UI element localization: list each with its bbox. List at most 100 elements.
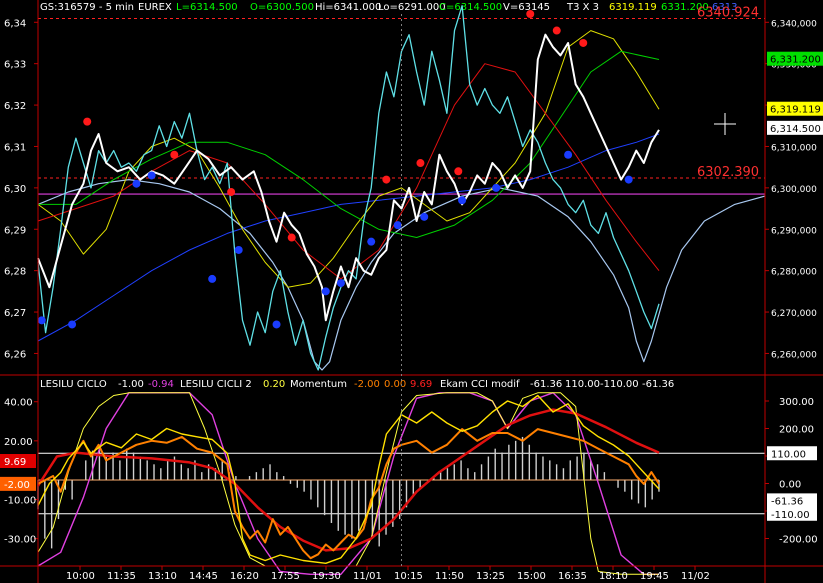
blue-dot — [393, 221, 402, 230]
blue-dot — [147, 171, 156, 180]
x-tick-label: 13:25 — [476, 571, 505, 582]
header-v1: 6319.119 — [609, 2, 657, 13]
ind-val1: -1.00 — [118, 379, 144, 390]
x-tick-label: 11:35 — [107, 571, 136, 582]
header-exchange: EUREX — [138, 2, 172, 13]
y-tick-label-left: 6,34 — [4, 18, 26, 29]
blue-dot — [37, 316, 46, 325]
blue-dot — [272, 320, 281, 329]
blue-dot — [420, 212, 429, 221]
x-tick-label: 19:30 — [312, 571, 341, 582]
y-tick-label-left: 6,30 — [4, 184, 26, 195]
price-badge-label: 6,314.500 — [770, 124, 821, 135]
ind-badge-right-label: 110.00 — [771, 449, 806, 460]
red-dot — [416, 159, 425, 168]
ind-badge-right-label: -110.00 — [771, 510, 810, 521]
x-tick-label: 16:35 — [558, 571, 587, 582]
x-tick-label: 11/01 — [353, 571, 382, 582]
x-tick-label: 16:20 — [230, 571, 259, 582]
x-tick-label: 14:45 — [189, 571, 218, 582]
level-label: 6340.924 — [697, 5, 759, 20]
header-close: C=6314.500 — [439, 2, 502, 13]
x-tick-label: 17:55 — [271, 571, 300, 582]
blue-dot — [367, 237, 376, 246]
ind-name1: LESILU CICLO — [40, 379, 107, 390]
chart-canvas: GS:316579 - 5 min EUREX L=6314.500 O=630… — [0, 0, 823, 583]
background — [0, 0, 823, 583]
ind-tick-label-right: 200.00 — [779, 425, 814, 436]
x-tick-label: 11/02 — [681, 571, 710, 582]
y-tick-label-left: 6,27 — [4, 308, 26, 319]
ind-val4c: -110.00 — [600, 379, 639, 390]
ind-val4b: 110.00 — [565, 379, 600, 390]
blue-dot — [564, 150, 573, 159]
x-tick-label: 11:50 — [435, 571, 464, 582]
blue-dot — [132, 179, 141, 188]
y-tick-label-left: 6,29 — [4, 225, 26, 236]
y-tick-label-right: 6,260,000 — [771, 350, 817, 360]
ind-tick-label-right: 0.00 — [779, 480, 801, 491]
blue-dot — [234, 245, 243, 254]
header-low: Lo=6291.000 — [378, 2, 446, 13]
ind-val4d: -61.36 — [642, 379, 674, 390]
level-label: 6302.390 — [697, 165, 759, 180]
header-volume: V=63145 — [503, 2, 550, 13]
header-tx: T3 X 3 — [566, 2, 599, 13]
ind-tick-label-left: -10.00 — [4, 496, 36, 507]
ind-tick-label-left: -30.00 — [4, 535, 36, 546]
red-dot — [579, 38, 588, 47]
blue-dot — [321, 287, 330, 296]
indicator-header: LESILU CICLO -1.00 -0.94 LESILU CICLI 2 … — [40, 379, 674, 390]
x-tick-label: 15:00 — [517, 571, 546, 582]
y-tick-label-right: 6,280,000 — [771, 268, 817, 278]
y-tick-label-left: 6,32 — [4, 101, 26, 112]
ind-val3c: 9.69 — [410, 379, 432, 390]
ind-tick-label-left: 40.00 — [4, 398, 33, 409]
ind-val3b: 0.00 — [384, 379, 406, 390]
x-tick-label: 13:10 — [148, 571, 177, 582]
header-symbol: GS:316579 - 5 min — [40, 2, 134, 13]
y-tick-label-left: 6,26 — [4, 349, 26, 360]
x-tick-label: 10:00 — [66, 571, 95, 582]
header-high: Hi=6341.000 — [315, 2, 381, 13]
ind-val4a: -61.36 — [530, 379, 562, 390]
price-header: GS:316579 - 5 min EUREX L=6314.500 O=630… — [40, 2, 737, 13]
ind-tick-label-right: -200.00 — [779, 535, 818, 546]
ind-val1b: -0.94 — [148, 379, 174, 390]
ind-name3: Momentum — [290, 379, 347, 390]
ind-tick-label-right: 300.00 — [779, 397, 814, 408]
red-dot — [382, 175, 391, 184]
red-dot — [454, 167, 463, 176]
red-dot — [287, 233, 296, 242]
y-tick-label-right: 6,340,000 — [771, 19, 817, 29]
red-dot — [227, 188, 236, 196]
red-dot — [83, 117, 92, 126]
y-tick-label-left: 6,31 — [4, 142, 26, 153]
red-dot — [526, 10, 535, 18]
y-tick-label-right: 6,300,000 — [771, 185, 817, 195]
ind-name2: LESILU CICLI 2 — [180, 379, 252, 390]
blue-dot — [458, 196, 467, 205]
y-tick-label-right: 6,270,000 — [771, 309, 817, 319]
price-badge-label: 6,319.119 — [770, 105, 821, 116]
x-tick-label: 10:15 — [394, 571, 423, 582]
y-tick-label-right: 6,290,000 — [771, 226, 817, 236]
ind-val2: 0.20 — [263, 379, 285, 390]
price-badge-label: 6,331.200 — [770, 55, 821, 66]
blue-dot — [492, 183, 501, 192]
header-last: L=6314.500 — [176, 2, 238, 13]
y-tick-label-left: 6,33 — [4, 60, 26, 71]
ind-val3a: -2.00 — [354, 379, 380, 390]
blue-dot — [68, 320, 77, 329]
y-tick-label-left: 6,28 — [4, 267, 26, 278]
ind-name4: Ekam CCI modif — [440, 379, 520, 390]
header-open: O=6300.500 — [250, 2, 314, 13]
x-tick-label: 18:10 — [599, 571, 628, 582]
y-tick-label-right: 6,310,000 — [771, 143, 817, 153]
blue-dot — [624, 175, 633, 184]
ind-badge-right-label: -61.36 — [771, 496, 803, 507]
blue-dot — [208, 274, 217, 283]
ind-tick-label-left: 20.00 — [4, 437, 33, 448]
ind-badge-left-label: 9.69 — [4, 457, 26, 468]
red-dot — [552, 26, 561, 35]
